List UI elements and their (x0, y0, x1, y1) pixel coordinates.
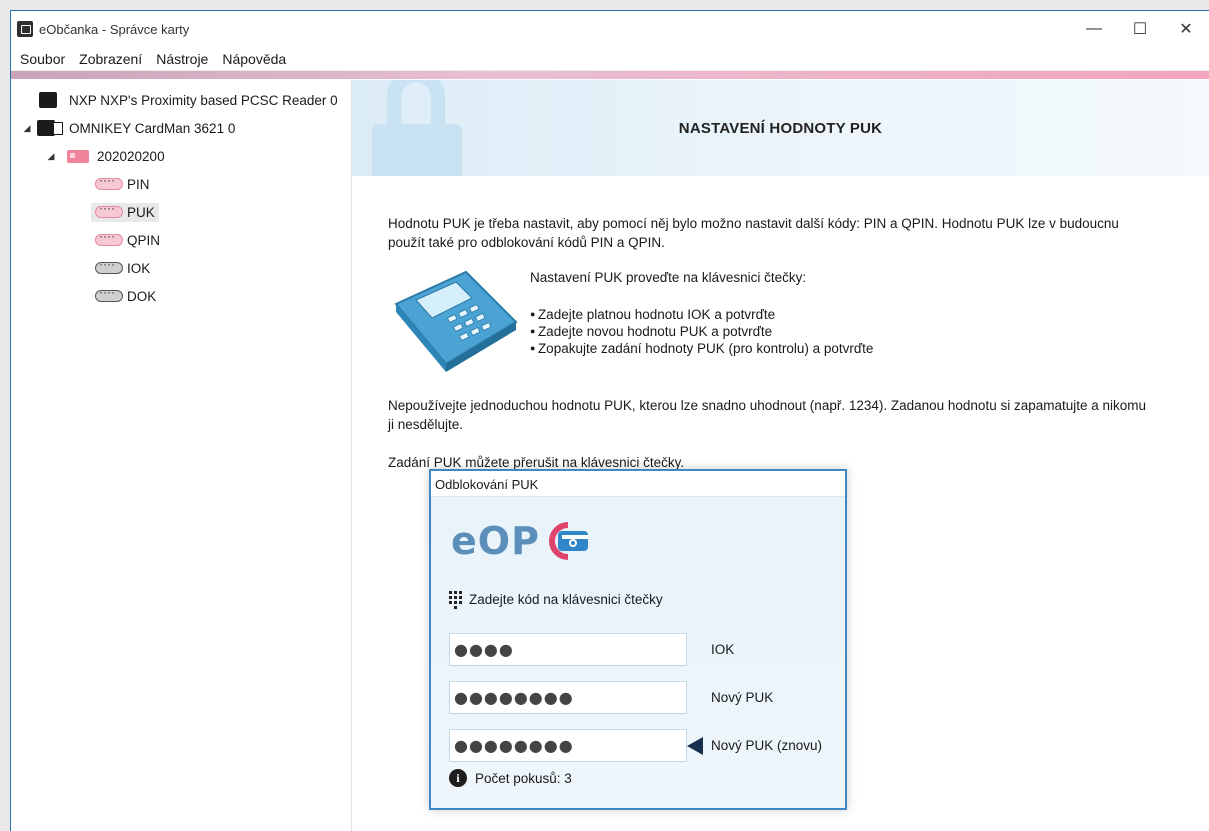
new-puk-field[interactable]: ●●●●●●●● (449, 681, 687, 714)
card-reader-with-card-icon (37, 120, 63, 136)
tree-item-label: OMNIKEY CardMan 3621 0 (69, 120, 236, 136)
device-tree: NXP NXP's Proximity based PCSC Reader 0 … (11, 80, 352, 831)
content-body: Hodnotu PUK je třeba nastavit, aby pomoc… (352, 176, 1152, 472)
puk-lock-icon (95, 201, 123, 218)
dialog-title: Odblokování PUK (431, 471, 845, 497)
new-puk-repeat-field[interactable]: ●●●●●●●● (449, 729, 687, 762)
menu-zobrazeni[interactable]: Zobrazení (72, 51, 149, 67)
step-item: Zopakujte zadání hodnoty PUK (pro kontro… (530, 340, 873, 357)
warning-text: Nepoužívejte jednoduchou hodnotu PUK, kt… (388, 398, 1147, 432)
page-title: NASTAVENÍ HODNOTY PUK (678, 119, 883, 137)
tree-item-label: QPIN (127, 232, 161, 248)
unblock-puk-dialog: Odblokování PUK eOP Zadejte kód na kláve… (429, 469, 847, 810)
new-puk-repeat-label-wrap: Nový PUK (znovu) (687, 736, 823, 755)
close-button[interactable]: ✕ (1163, 11, 1209, 47)
pin-key-icon (95, 173, 123, 190)
logo-text: eOP (451, 519, 540, 563)
intro-text: Hodnotu PUK je třeba nastavit, aby pomoc… (388, 216, 1119, 250)
tree-item-reader-nxp[interactable]: NXP NXP's Proximity based PCSC Reader 0 (11, 86, 351, 114)
card-reader-icon (39, 92, 57, 108)
current-field-arrow-icon (687, 736, 703, 755)
accent-strip (11, 71, 1209, 79)
eop-logo: eOP (451, 519, 596, 563)
tree-item-iok[interactable]: IOK (11, 254, 351, 282)
tree-item-label: IOK (127, 260, 151, 276)
expand-arrow-icon[interactable]: ◢ (45, 151, 57, 162)
tree-item-label: NXP NXP's Proximity based PCSC Reader 0 (69, 92, 338, 108)
keypad-icon (449, 591, 463, 609)
window-controls: — ☐ ✕ (1071, 11, 1209, 47)
app-icon (17, 21, 33, 37)
tree-item-puk[interactable]: PUK (11, 198, 351, 226)
lock-watermark-icon (352, 80, 502, 176)
tree-item-label: PIN (127, 176, 150, 192)
tree-item-qpin[interactable]: QPIN (11, 226, 351, 254)
attempts-info: i Počet pokusů: 3 (449, 769, 572, 787)
header-band: NASTAVENÍ HODNOTY PUK (352, 80, 1209, 176)
tree-item-reader-omnikey[interactable]: ◢ OMNIKEY CardMan 3621 0 (11, 114, 351, 142)
eop-card-logo-icon (548, 522, 588, 560)
menu-bar: Soubor Zobrazení Nástroje Nápověda (11, 47, 1209, 71)
tree-item-pin[interactable]: PIN (11, 170, 351, 198)
app-window: eObčanka - Správce karty — ☐ ✕ Soubor Zo… (10, 10, 1209, 831)
tree-item-dok[interactable]: DOK (11, 282, 351, 310)
qpin-key-icon (95, 229, 123, 246)
tree-item-card[interactable]: ◢ 202020200 (11, 142, 351, 170)
info-icon: i (449, 769, 467, 787)
title-bar: eObčanka - Správce karty — ☐ ✕ (11, 11, 1209, 47)
new-puk-repeat-field-row: ●●●●●●●● Nový PUK (znovu) (449, 729, 822, 762)
new-puk-field-row: ●●●●●●●● Nový PUK (449, 681, 773, 714)
id-card-icon (67, 149, 89, 163)
window-title: eObčanka - Správce karty (39, 21, 190, 37)
iok-field-row: ●●●● IOK (449, 633, 734, 666)
menu-nastroje[interactable]: Nástroje (149, 51, 215, 67)
pin-pad-reader-icon (388, 264, 530, 376)
tree-item-label: 202020200 (97, 148, 165, 164)
expand-arrow-icon[interactable]: ◢ (21, 123, 33, 134)
new-puk-repeat-label: Nový PUK (znovu) (711, 738, 823, 753)
new-puk-label: Nový PUK (711, 690, 774, 705)
menu-soubor[interactable]: Soubor (13, 51, 72, 67)
instruction-steps: Nastavení PUK proveďte na klávesnici čte… (530, 264, 873, 376)
dialog-prompt: Zadejte kód na klávesnici čtečky (449, 591, 663, 609)
instruction-block: Nastavení PUK proveďte na klávesnici čte… (388, 264, 1152, 376)
iok-label: IOK (711, 642, 735, 657)
tree-item-label: PUK (127, 204, 155, 220)
minimize-button[interactable]: — (1071, 11, 1117, 47)
dok-key-icon (95, 285, 123, 302)
maximize-button[interactable]: ☐ (1117, 11, 1163, 47)
menu-napoveda[interactable]: Nápověda (215, 51, 293, 67)
step-item: Zadejte novou hodnotu PUK a potvrďte (530, 323, 873, 340)
prompt-text: Zadejte kód na klávesnici čtečky (469, 592, 663, 607)
attempts-text: Počet pokusů: 3 (475, 770, 572, 786)
step-item: Zadejte platnou hodnotu IOK a potvrďte (530, 306, 873, 323)
iok-field[interactable]: ●●●● (449, 633, 687, 666)
tree-item-label: DOK (127, 288, 157, 304)
iok-key-icon (95, 257, 123, 274)
instruction-title: Nastavení PUK proveďte na klávesnici čte… (530, 270, 807, 285)
